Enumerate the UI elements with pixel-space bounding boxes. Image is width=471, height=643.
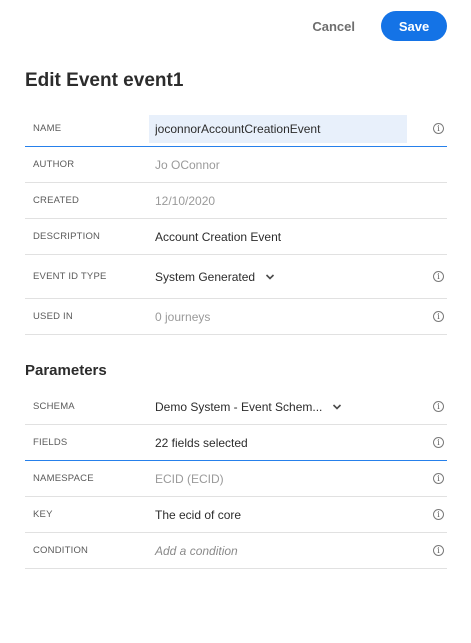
event-id-type-label: EVENT ID TYPE bbox=[33, 271, 107, 282]
page-title: Edit Event event1 bbox=[25, 70, 184, 91]
name-input[interactable] bbox=[149, 115, 407, 143]
fields-row: FIELDS 22 fields selected i bbox=[25, 425, 447, 461]
event-id-type-row: EVENT ID TYPE System Generated i bbox=[25, 255, 447, 299]
schema-label: SCHEMA bbox=[33, 401, 75, 412]
namespace-row: NAMESPACE ECID (ECID) i bbox=[25, 461, 447, 497]
key-value[interactable]: The ecid of core bbox=[155, 508, 241, 522]
condition-label: CONDITION bbox=[33, 545, 89, 556]
key-label: KEY bbox=[33, 509, 53, 520]
info-icon[interactable]: i bbox=[433, 311, 444, 322]
used-in-row: USED IN 0 journeys i bbox=[25, 299, 447, 335]
description-row: DESCRIPTION Account Creation Event bbox=[25, 219, 447, 255]
fields-value[interactable]: 22 fields selected bbox=[155, 436, 248, 450]
chevron-down-icon bbox=[265, 273, 275, 280]
description-value[interactable]: Account Creation Event bbox=[155, 230, 281, 244]
action-bar: Cancel Save bbox=[312, 10, 447, 42]
condition-row: CONDITION Add a condition i bbox=[25, 533, 447, 569]
parameters-title: Parameters bbox=[25, 362, 107, 379]
info-icon[interactable]: i bbox=[433, 509, 444, 520]
info-icon[interactable]: i bbox=[433, 123, 444, 134]
event-id-type-value: System Generated bbox=[155, 269, 256, 284]
created-value: 12/10/2020 bbox=[155, 193, 216, 208]
created-label: CREATED bbox=[33, 195, 80, 206]
info-icon[interactable]: i bbox=[433, 437, 444, 448]
event-form: NAME i AUTHOR Jo OConnor CREATED 12/10/2… bbox=[25, 111, 447, 335]
namespace-label: NAMESPACE bbox=[33, 473, 94, 484]
save-button[interactable]: Save bbox=[381, 11, 447, 41]
used-in-value: 0 journeys bbox=[155, 309, 211, 324]
author-row: AUTHOR Jo OConnor bbox=[25, 147, 447, 183]
fields-label: FIELDS bbox=[33, 437, 68, 448]
schema-dropdown[interactable]: Demo System - Event Schem... bbox=[155, 400, 342, 414]
name-label: NAME bbox=[33, 123, 62, 134]
key-row: KEY The ecid of core i bbox=[25, 497, 447, 533]
info-icon[interactable]: i bbox=[433, 401, 444, 412]
created-row: CREATED 12/10/2020 bbox=[25, 183, 447, 219]
name-row: NAME i bbox=[25, 111, 447, 147]
info-icon[interactable]: i bbox=[433, 271, 444, 282]
description-label: DESCRIPTION bbox=[33, 231, 101, 242]
event-id-type-dropdown[interactable]: System Generated bbox=[155, 270, 275, 284]
parameters-form: SCHEMA Demo System - Event Schem... i FI… bbox=[25, 389, 447, 569]
schema-value: Demo System - Event Schem... bbox=[155, 399, 323, 414]
namespace-value: ECID (ECID) bbox=[155, 471, 224, 486]
used-in-label: USED IN bbox=[33, 311, 73, 322]
chevron-down-icon bbox=[333, 403, 342, 410]
info-icon[interactable]: i bbox=[433, 545, 444, 556]
author-label: AUTHOR bbox=[33, 159, 75, 170]
cancel-button[interactable]: Cancel bbox=[312, 19, 355, 34]
schema-row: SCHEMA Demo System - Event Schem... i bbox=[25, 389, 447, 425]
condition-input[interactable]: Add a condition bbox=[155, 544, 238, 558]
author-value: Jo OConnor bbox=[155, 157, 220, 172]
info-icon[interactable]: i bbox=[433, 473, 444, 484]
